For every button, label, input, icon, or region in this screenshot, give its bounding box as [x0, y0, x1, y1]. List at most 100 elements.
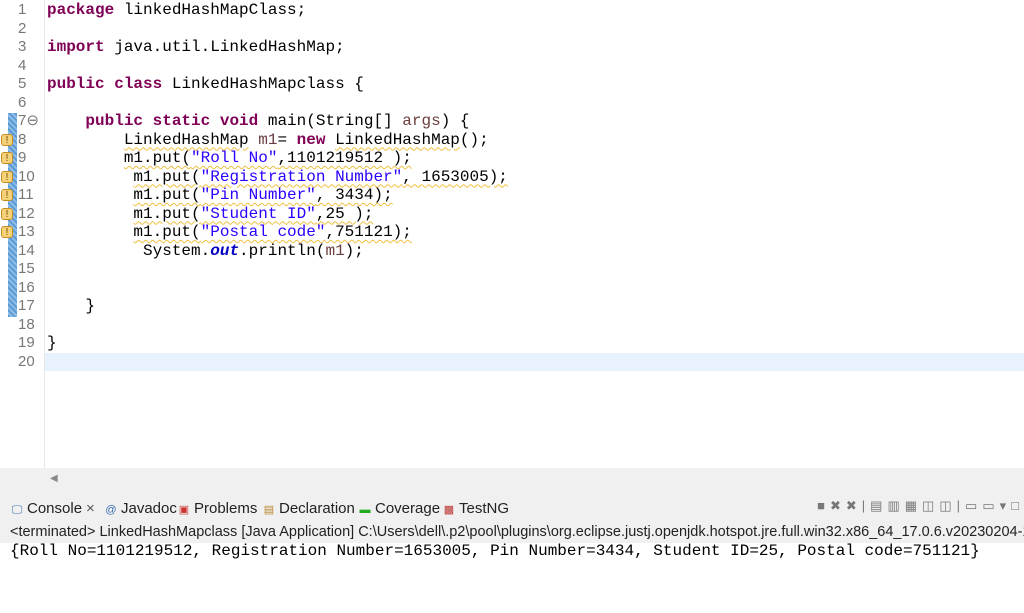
code-line[interactable]: }	[47, 334, 1024, 353]
code-line[interactable]	[47, 260, 1024, 279]
code-token: );	[344, 241, 364, 260]
code-line[interactable]: }	[47, 297, 1024, 316]
line-number: 20	[18, 352, 35, 370]
scroll-lock-icon[interactable]: ▥	[887, 498, 904, 513]
code-line[interactable]	[47, 20, 1024, 39]
code-line[interactable]: m1.put("Postal code",751121);	[47, 223, 1024, 242]
tab-label: Declaration	[279, 500, 355, 517]
code-line[interactable]	[47, 279, 1024, 298]
declaration-icon: ▤	[263, 504, 275, 516]
code-token: System.	[143, 241, 211, 260]
close-icon[interactable]: ×	[86, 500, 95, 517]
warning-icon[interactable]: !	[1, 152, 13, 164]
line-number: 11	[18, 186, 34, 203]
code-token: m1.put(	[133, 223, 201, 241]
console-toolbar: ■✖✖|▤▥▦◫◫|▭▭▾□	[817, 498, 1024, 513]
tab-label: Coverage	[375, 500, 441, 517]
console-status: <terminated> LinkedHashMapclass [Java Ap…	[0, 522, 1024, 543]
tab-label: Console	[27, 500, 83, 517]
remove-all-icon[interactable]: ✖	[846, 498, 862, 513]
display-console-icon[interactable]: ▭	[982, 498, 999, 513]
console-icon: 🖵	[11, 504, 23, 516]
maximize-icon[interactable]: □	[1011, 498, 1024, 513]
remove-launch-icon[interactable]: ✖	[830, 498, 846, 513]
line-number: 12	[18, 204, 35, 222]
show-stderr-icon[interactable]: ◫	[939, 498, 956, 513]
warning-icon[interactable]: !	[1, 170, 13, 183]
tab-problems[interactable]: ▣ Problems	[177, 499, 258, 519]
code-line[interactable]: m1.put("Pin Number", 3434);	[47, 186, 1024, 205]
code-token: java.util.LinkedHashMap;	[104, 38, 345, 56]
pin-console-icon[interactable]: ▭	[965, 498, 982, 513]
code-line[interactable]: package linkedHashMapClass;	[47, 1, 1024, 20]
coverage-icon: ▬	[359, 504, 371, 516]
code-token: args	[402, 112, 441, 130]
code-token: ,25 );	[315, 204, 374, 223]
line-number: 17	[18, 297, 35, 314]
code-line[interactable]: public static void main(String[] args) {	[47, 112, 1024, 131]
tab-label: Problems	[194, 500, 258, 517]
code-line[interactable]: m1.put("Student ID",25 );	[47, 205, 1024, 224]
code-token: "Pin Number"	[200, 186, 316, 204]
code-token: ,751121);	[325, 223, 412, 241]
warning-icon[interactable]: !	[1, 226, 13, 238]
code-token: LinkedHashMap	[123, 130, 249, 149]
tab-console[interactable]: 🖵 Console ×	[10, 499, 95, 519]
code-token: m1	[248, 130, 278, 149]
terminate-icon[interactable]: ■	[817, 498, 830, 513]
line-number: 14	[18, 241, 35, 259]
code-token: "Postal code"	[200, 223, 326, 241]
tab-declaration[interactable]: ▤ Declaration	[262, 499, 355, 519]
code-token: main(String[]	[258, 112, 403, 130]
code-line[interactable]: m1.put("Roll No",1101219512 );	[47, 149, 1024, 168]
word-wrap-icon[interactable]: ▦	[905, 498, 922, 513]
line-number: 10	[18, 167, 35, 185]
code-token: "Student ID"	[200, 204, 316, 223]
code-line[interactable]: import java.util.LinkedHashMap;	[47, 38, 1024, 57]
code-token: linkedHashMapClass;	[114, 1, 307, 19]
line-number: 16	[18, 278, 35, 296]
tab-coverage[interactable]: ▬ Coverage	[358, 499, 441, 519]
code-token: ,1101219512 );	[277, 149, 412, 167]
line-number: 18	[18, 315, 35, 333]
console-output: {Roll No=1101219512, Registration Number…	[10, 542, 980, 560]
code-line[interactable]: m1.put("Registration Number", 1653005);	[47, 168, 1024, 187]
code-line[interactable]: System.out.println(m1);	[47, 242, 1024, 261]
line-number: 9	[18, 149, 27, 166]
clear-console-icon[interactable]: ▤	[870, 498, 887, 513]
code-editor[interactable]: package linkedHashMapClass; 1 2 import java…	[0, 0, 1024, 468]
warning-icon[interactable]: !	[1, 133, 13, 146]
code-line[interactable]: LinkedHashMap m1= new LinkedHashMap();	[47, 131, 1024, 150]
code-token: import	[47, 38, 105, 56]
show-stdout-icon[interactable]: ◫	[922, 498, 939, 513]
tab-javadoc[interactable]: @ Javadoc	[104, 499, 177, 519]
code-line[interactable]	[47, 94, 1024, 113]
line-number: 19	[18, 334, 35, 351]
code-token: "Roll No"	[191, 149, 278, 167]
scroll-left-icon[interactable]: ◀	[50, 473, 58, 484]
line-number: 2	[18, 19, 27, 37]
code-token: ) {	[440, 112, 470, 130]
line-number: 3	[18, 38, 27, 55]
tab-label: Javadoc	[121, 500, 177, 517]
line-number: 15	[18, 260, 35, 277]
code-token: class	[114, 75, 163, 93]
code-line[interactable]	[45, 352, 1024, 371]
code-token: , 1653005);	[402, 167, 508, 186]
chevron-down-icon[interactable]: ▾	[1000, 498, 1012, 513]
code-token: new	[296, 130, 326, 149]
horizontal-scrollbar[interactable]: ◀	[44, 470, 1024, 488]
code-token: m1.put(	[133, 186, 201, 204]
code-line[interactable]	[47, 57, 1024, 76]
code-line[interactable]	[47, 316, 1024, 335]
code-token: m1.put(	[133, 204, 201, 223]
warning-icon[interactable]: !	[1, 207, 13, 220]
tab-testng[interactable]: ▩ TestNG	[442, 499, 509, 519]
code-token: m1	[325, 241, 345, 260]
warning-icon[interactable]: !	[1, 189, 13, 201]
code-line[interactable]: public class LinkedHashMapclass {	[47, 75, 1024, 94]
line-number: 13	[18, 223, 35, 240]
